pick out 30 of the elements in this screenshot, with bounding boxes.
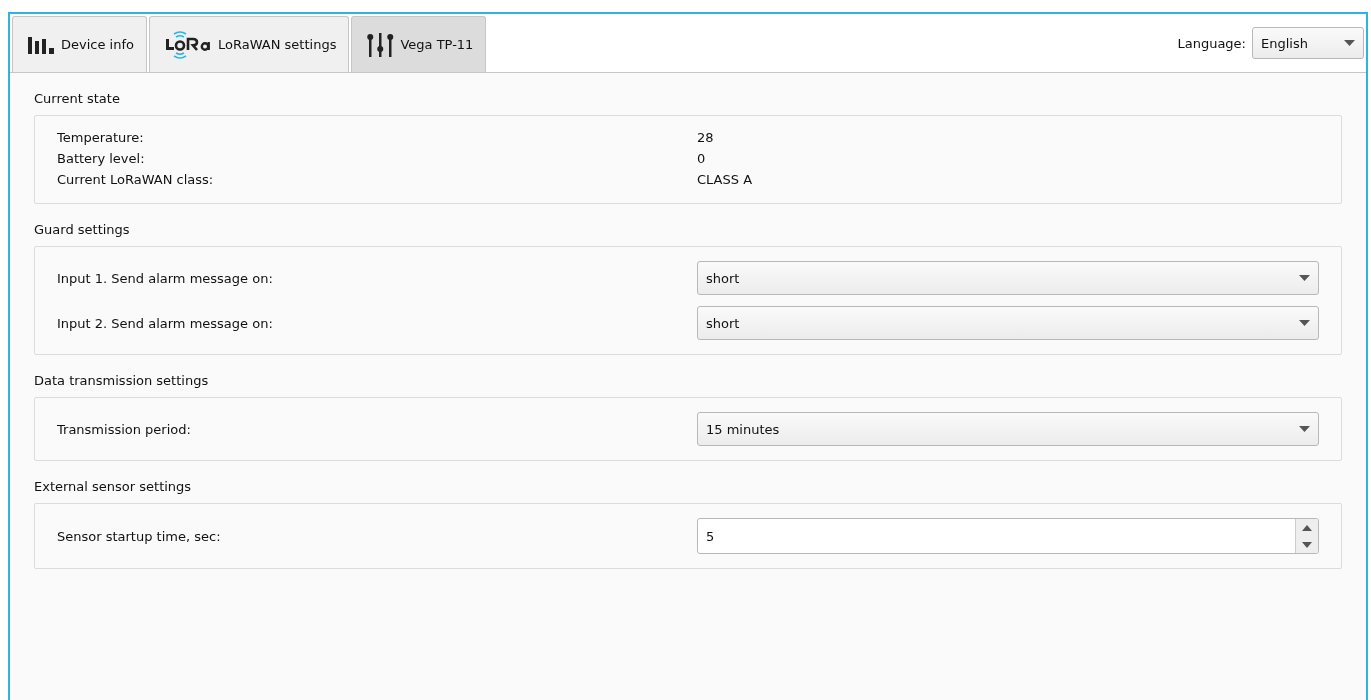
- caret-icon: [1299, 426, 1310, 432]
- section-title: Guard settings: [34, 220, 131, 239]
- bar-chart-icon: [27, 34, 57, 55]
- section-title: Data transmission settings: [34, 371, 210, 390]
- up-arrow-icon: [1302, 524, 1312, 531]
- dropdown[interactable]: short: [697, 306, 1319, 340]
- tab[interactable]: Device info: [12, 16, 147, 72]
- tab[interactable]: LoRaWAN settings: [149, 16, 350, 72]
- field-label: Temperature:: [57, 130, 145, 145]
- down-arrow-icon: [1302, 541, 1312, 548]
- field-value: 28: [697, 130, 715, 145]
- section-title: External sensor settings: [34, 477, 193, 496]
- dropdown[interactable]: short: [697, 261, 1319, 295]
- field-label: Battery level:: [57, 151, 146, 166]
- language-dropdown[interactable]: English: [1252, 27, 1364, 59]
- field-label: Transmission period:: [57, 421, 192, 437]
- tab[interactable]: Vega TP-11: [351, 16, 487, 72]
- number-field[interactable]: 5: [697, 518, 1319, 554]
- caret-icon: [1299, 275, 1310, 281]
- caret-icon: [1344, 40, 1355, 46]
- field-label: Input 1. Send alarm message on:: [57, 270, 274, 286]
- field-label: Sensor startup time, sec:: [57, 528, 222, 544]
- dropdown[interactable]: 15 minutes: [697, 412, 1319, 446]
- caret-icon: [1299, 320, 1310, 326]
- section-title: Current state: [34, 89, 121, 108]
- field-value: 0: [697, 151, 707, 166]
- language-label: Language:: [1177, 35, 1246, 51]
- field-label: Current LoRaWAN class:: [57, 172, 215, 187]
- field-value: CLASS A: [697, 172, 754, 187]
- field-label: Input 2. Send alarm message on:: [57, 315, 274, 331]
